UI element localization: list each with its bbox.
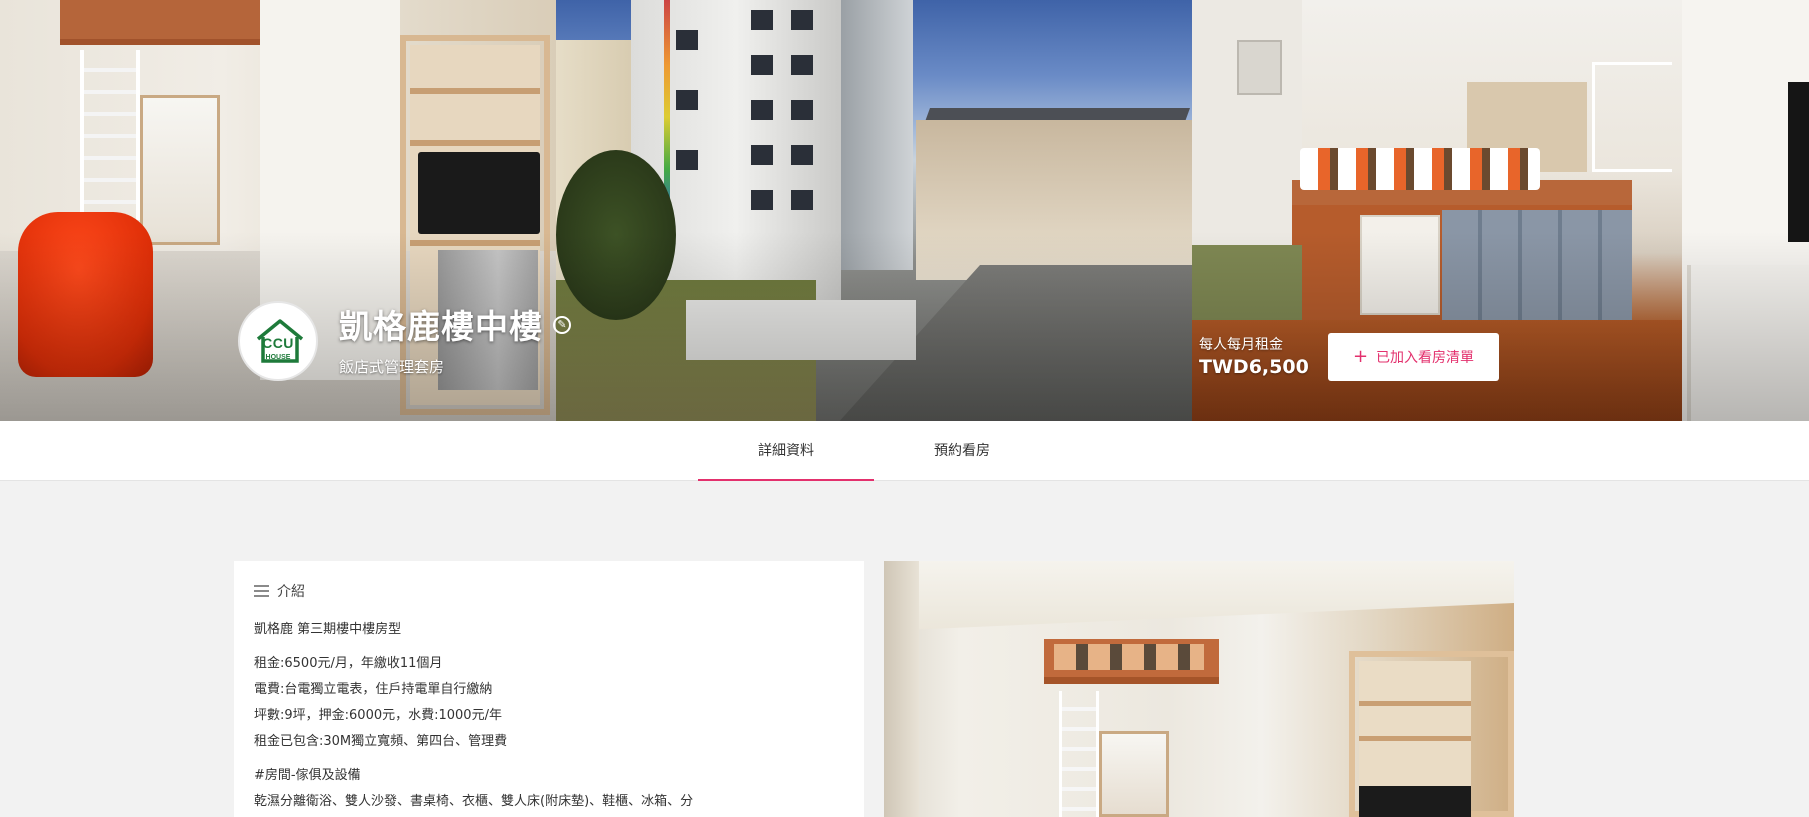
ccu-house-logo: CCU HOUSE bbox=[238, 301, 318, 381]
intro-line: 坪數:9坪，押金:6000元，水費:1000元/年 bbox=[254, 708, 502, 723]
intro-line: 凱格鹿 第三期樓中樓房型 bbox=[254, 622, 402, 637]
intro-line: #房間-傢俱及設備 bbox=[254, 768, 361, 783]
intro-line: 租金:6500元/月，年繳收11個月 bbox=[254, 656, 443, 671]
intro-heading: 介紹 bbox=[277, 584, 305, 600]
tab-bar: 詳細資料 預約看房 bbox=[0, 421, 1809, 481]
tab-details[interactable]: 詳細資料 bbox=[698, 421, 874, 481]
listing-title: 凱格鹿樓中樓 bbox=[339, 307, 543, 346]
listing-subtitle: 飯店式管理套房 bbox=[339, 358, 445, 376]
rent-label: 每人每月租金 bbox=[1199, 337, 1283, 353]
hero-banner: CCU HOUSE 凱格鹿樓中樓 ✎ 飯店式管理套房 每人每月租金 TWD6,5… bbox=[0, 0, 1809, 421]
rent-value: TWD6,500 bbox=[1199, 356, 1309, 378]
intro-line: 乾濕分離衛浴、雙人沙發、書桌椅、衣櫃、雙人床(附床墊)、鞋櫃、冰箱、分 bbox=[254, 794, 694, 809]
logo-text: CCU bbox=[262, 335, 294, 351]
watchlist-button[interactable]: + 已加入看房清單 bbox=[1328, 333, 1499, 381]
intro-line: 電費:台電獨立電表，住戶持電單自行繳納 bbox=[254, 682, 493, 697]
watchlist-button-label: 已加入看房清單 bbox=[1376, 350, 1475, 366]
room-photo[interactable] bbox=[884, 561, 1514, 817]
intro-header: 介紹 bbox=[254, 581, 844, 601]
edit-icon[interactable]: ✎ bbox=[553, 316, 571, 334]
menu-lines-icon bbox=[254, 585, 269, 597]
intro-card: 介紹 凱格鹿 第三期樓中樓房型 租金:6500元/月，年繳收11個月 電費:台電… bbox=[234, 561, 864, 817]
intro-line: 租金已包含:30M獨立寬頻、第四台、管理費 bbox=[254, 734, 508, 749]
plus-icon: + bbox=[1352, 346, 1369, 367]
tab-book-viewing[interactable]: 預約看房 bbox=[874, 421, 1050, 481]
logo-subtext: HOUSE bbox=[265, 354, 291, 361]
